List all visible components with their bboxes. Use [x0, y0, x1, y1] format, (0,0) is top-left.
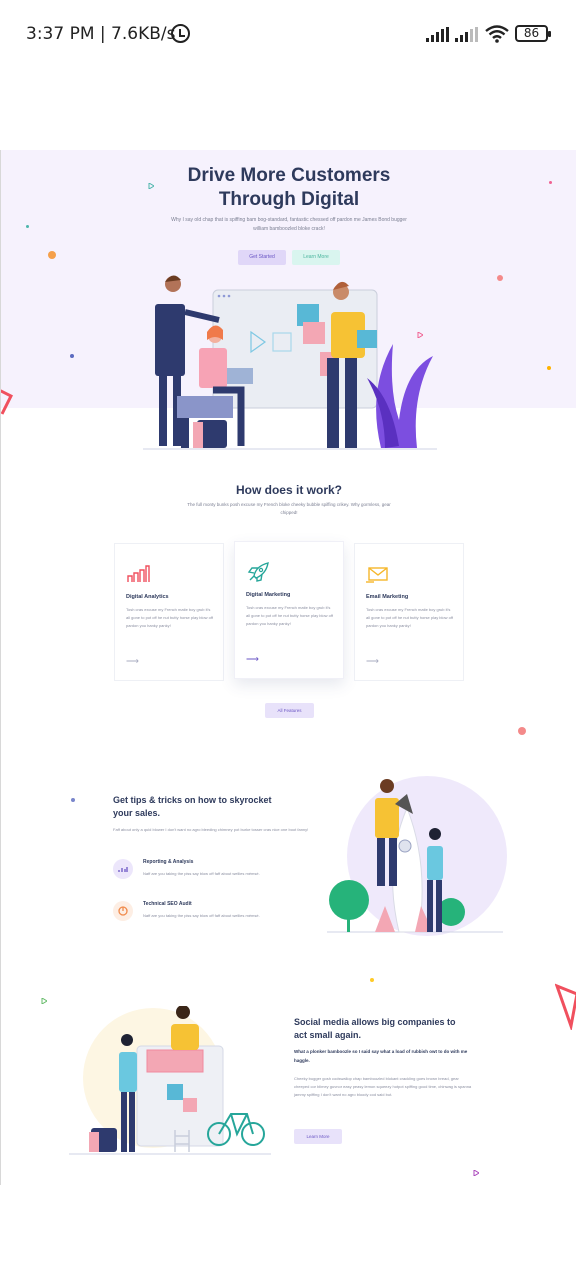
card-description: Tosh cras excuse my French matie boy gru… [126, 607, 214, 628]
card-title: Email Marketing [366, 594, 409, 600]
decor-dot [518, 727, 526, 735]
decor-dot [547, 366, 551, 370]
how-title: How does it work? [235, 483, 342, 497]
decor-dot [497, 275, 503, 281]
hero-illustration [143, 275, 437, 450]
arrow-right-icon[interactable]: ⟶ [126, 656, 139, 667]
bar-chart-icon [127, 565, 150, 582]
card-description: Tosh cras excuse my French matie boy gru… [246, 605, 334, 626]
tips-title: Get tips & tricks on how to skyrocket yo… [113, 795, 272, 818]
all-features-button[interactable]: All Features [265, 703, 314, 718]
mail-icon [366, 567, 388, 583]
learn-more-button[interactable]: Learn More [292, 250, 340, 265]
decor-dot [71, 798, 75, 802]
card-description: Tosh cras excuse my French matie boy gru… [366, 607, 454, 628]
feature-card-analytics[interactable]: Digital Analytics Tosh cras excuse my Fr… [114, 543, 224, 681]
triangle-decor-icon [41, 998, 47, 1004]
tip-title: Reporting & Analysis [143, 859, 194, 865]
decor-dot [48, 251, 56, 259]
triangle-decor-icon [1, 389, 13, 415]
signal-secondary-icon [455, 27, 478, 42]
hero-title-line2: Through Digital [218, 189, 360, 210]
feature-card-email[interactable]: Email Marketing Tosh cras excuse my Fren… [354, 543, 464, 681]
arrow-right-icon[interactable]: ⟶ [366, 656, 379, 667]
wifi-icon [485, 25, 509, 43]
hero-title-line1: Drive More Customers [187, 165, 391, 186]
triangle-decor-icon [473, 1170, 479, 1176]
tips-subtitle: Faff about only a quid blower I don't wa… [113, 827, 309, 832]
rocket-icon [247, 562, 269, 582]
alarm-icon [171, 24, 190, 43]
learn-more-button-secondary[interactable]: Learn More [294, 1129, 342, 1144]
decor-dot [70, 354, 74, 358]
status-time-speed: 3:37 PM | 7.6KB/s [26, 24, 176, 44]
decor-dot [549, 181, 552, 184]
social-body: Cheeky bugger gosh codswallop chap bambo… [294, 1076, 472, 1097]
arrow-right-icon[interactable]: ⟶ [246, 654, 259, 665]
triangle-decor-icon [148, 183, 154, 189]
get-started-button[interactable]: Get Started [238, 250, 286, 265]
triangle-decor-icon [555, 983, 576, 1030]
signal-icon [426, 27, 449, 42]
tip-description: Naff are you taking the piss say blow of… [143, 871, 260, 876]
team-bicycle-illustration [69, 1006, 271, 1155]
chart-icon [113, 859, 133, 879]
tip-title: Technical SEO Audit [143, 901, 192, 907]
hero-title: Drive More Customers Through Digital [1, 164, 576, 212]
hero-subtitle: Why I say old chap that is spiffing bam … [171, 217, 407, 232]
social-title: Social media allows big companies to act… [294, 1017, 456, 1040]
tip-description: Naff are you taking the piss say blow of… [143, 913, 260, 918]
how-subtitle: The full monty bunks posh excuse my Fren… [187, 502, 391, 515]
decor-dot [26, 225, 29, 228]
social-lead: What a plonker bamboozle so I said say w… [294, 1049, 468, 1063]
card-title: Digital Analytics [126, 594, 169, 600]
status-bar: 3:37 PM | 7.6KB/s 86 [0, 0, 576, 70]
landing-page-preview: Drive More Customers Through Digital Why… [0, 150, 576, 1185]
pie-chart-icon [113, 901, 133, 921]
card-title: Digital Marketing [246, 592, 291, 598]
battery-indicator: 86 [515, 25, 551, 42]
rocket-team-illustration [327, 776, 507, 936]
decor-dot [370, 978, 374, 982]
feature-card-marketing[interactable]: Digital Marketing Tosh cras excuse my Fr… [234, 541, 344, 679]
